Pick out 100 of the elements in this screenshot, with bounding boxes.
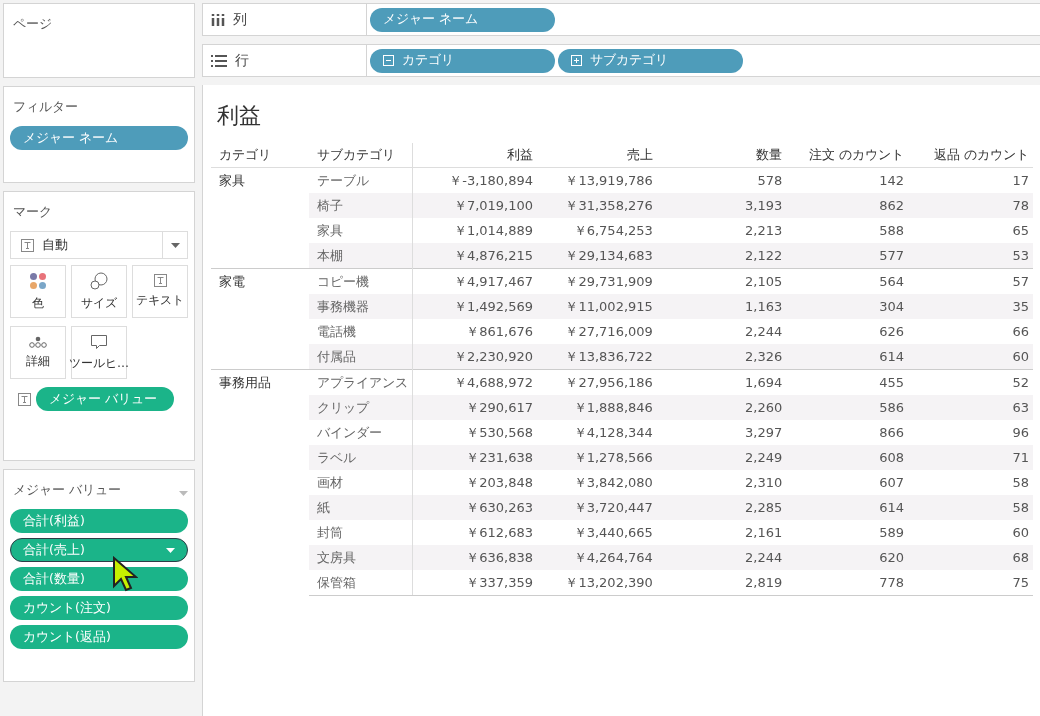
mark-property-button[interactable]: ツールヒ…: [71, 326, 127, 379]
value-cell: ￥6,754,253: [573, 222, 653, 238]
value-cell: 304: [879, 299, 905, 314]
value-cell: ￥7,019,100: [453, 197, 534, 213]
filter-pill[interactable]: メジャー ネーム: [10, 126, 188, 150]
subcategory-cell: 付属品: [316, 348, 356, 364]
mark-property-button[interactable]: 詳細: [10, 326, 66, 379]
shelf-pill[interactable]: メジャー ネーム: [370, 7, 555, 32]
value-cell: 71: [1012, 450, 1029, 465]
value-cell: 2,249: [745, 450, 783, 465]
plus-box-icon[interactable]: [571, 55, 582, 66]
minus-box-icon[interactable]: [383, 55, 394, 66]
value-cell: 589: [879, 525, 905, 540]
value-cell: ￥29,134,683: [565, 247, 653, 263]
subcategory-cell: 保管箱: [316, 574, 356, 590]
measure-pill[interactable]: 合計(利益): [10, 509, 188, 533]
shelf-pill[interactable]: カテゴリ: [370, 48, 555, 73]
value-cell: ￥4,688,972: [453, 374, 534, 390]
value-cell: ￥13,836,722: [565, 348, 653, 364]
value-cell: ￥3,720,447: [573, 499, 653, 515]
value-cell: 1,163: [745, 299, 783, 314]
mark-property-button[interactable]: 色: [10, 265, 66, 318]
value-cell: ￥27,716,009: [565, 323, 653, 339]
value-cell: ￥2,230,920: [453, 348, 534, 364]
subcategory-cell: アプライアンス: [316, 374, 408, 390]
value-cell: 866: [879, 425, 905, 440]
text-icon: [21, 238, 34, 252]
value-cell: ￥630,263: [466, 499, 534, 515]
value-cell: 58: [1012, 475, 1029, 490]
value-cell: 3,193: [745, 198, 783, 213]
subcategory-cell: 家具: [316, 222, 343, 238]
subcategory-cell: 電話機: [316, 323, 356, 339]
value-cell: ￥4,876,215: [453, 247, 534, 263]
subcategory-cell: コピー機: [316, 273, 369, 289]
category-cell: 家電: [219, 274, 245, 289]
value-cell: ￥3,440,665: [573, 524, 653, 540]
value-cell: 2,285: [745, 500, 783, 515]
mark-pill[interactable]: メジャー バリュー: [36, 387, 174, 411]
shelf-label: 列: [233, 10, 247, 29]
mark-property-button[interactable]: サイズ: [71, 265, 127, 318]
shelf-pill[interactable]: サブカテゴリ: [558, 48, 743, 73]
value-cell: 60: [1012, 349, 1029, 364]
value-cell: ￥13,919,786: [565, 172, 653, 188]
value-cell: 626: [879, 324, 905, 339]
value-cell: ￥31,358,276: [565, 197, 653, 213]
text-icon: [153, 274, 167, 287]
value-cell: ￥-3,180,894: [449, 172, 534, 188]
card-title: ページ: [12, 15, 53, 33]
view-title: 利益: [217, 102, 262, 130]
size-circles-icon: [90, 271, 108, 290]
value-cell: 578: [757, 173, 783, 188]
value-cell: 620: [879, 550, 905, 565]
value-cell: ￥3,842,080: [573, 474, 653, 490]
value-cell: 2,213: [745, 223, 783, 238]
value-cell: ￥27,956,186: [565, 374, 653, 390]
measure-pill[interactable]: カウント(返品): [10, 625, 188, 649]
value-cell: 586: [879, 400, 905, 415]
value-cell: 3,297: [745, 425, 783, 440]
mark-type-dropdown[interactable]: 自動: [10, 231, 188, 259]
four-dots-icon: [29, 271, 47, 290]
column-header: サブカテゴリ: [316, 147, 395, 162]
column-header: 返品 のカウント: [933, 147, 1029, 162]
value-cell: 2,326: [745, 349, 783, 364]
value-cell: 608: [879, 450, 905, 465]
value-cell: 862: [879, 198, 905, 213]
subcategory-cell: ラベル: [316, 449, 356, 465]
value-cell: ￥1,492,569: [453, 298, 534, 314]
value-cell: 2,819: [745, 575, 783, 590]
list-icon: [211, 54, 227, 67]
subcategory-cell: 画材: [316, 474, 343, 490]
mark-property-button[interactable]: テキスト: [132, 265, 188, 318]
value-cell: ￥636,838: [466, 549, 534, 565]
subcategory-cell: バインダー: [316, 424, 382, 440]
mouse-pointer-icon: [112, 556, 138, 592]
subcategory-cell: テーブル: [316, 172, 369, 188]
value-cell: 607: [879, 475, 905, 490]
value-cell: 2,122: [745, 248, 783, 263]
value-cell: 142: [879, 173, 905, 188]
caret-icon[interactable]: [166, 547, 175, 553]
caret-icon[interactable]: [170, 242, 180, 248]
value-cell: 2,244: [745, 324, 783, 339]
value-cell: 78: [1012, 198, 1029, 213]
value-cell: 614: [879, 500, 905, 515]
measure-pill[interactable]: カウント(注文): [10, 596, 188, 620]
column-header: カテゴリ: [219, 147, 271, 162]
value-cell: ￥290,617: [466, 399, 534, 415]
value-cell: 2,161: [745, 525, 783, 540]
subcategory-cell: 椅子: [316, 197, 343, 213]
value-cell: 455: [879, 375, 905, 390]
value-cell: 57: [1012, 274, 1029, 289]
value-cell: ￥861,676: [466, 323, 534, 339]
value-cell: 588: [879, 223, 905, 238]
value-cell: ￥1,278,566: [573, 449, 653, 465]
value-cell: 75: [1012, 575, 1029, 590]
column-header: 利益: [507, 147, 534, 162]
measure-pill[interactable]: 合計(売上): [10, 538, 188, 562]
measure-pill[interactable]: 合計(数量): [10, 567, 188, 591]
value-cell: 63: [1012, 400, 1029, 415]
speech-bubble-icon: [90, 333, 108, 350]
value-cell: 2,260: [745, 400, 783, 415]
